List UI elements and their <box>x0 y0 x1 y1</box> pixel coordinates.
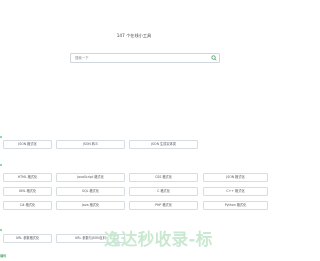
tool-xml-format[interactable]: XML 格式化 <box>3 187 52 196</box>
group-marker <box>0 164 2 166</box>
tool-cpp-format[interactable]: C++ 格式化 <box>203 187 268 196</box>
tool-python-format[interactable]: Python 格式化 <box>203 201 268 210</box>
tool-csharp-format[interactable]: C# 格式化 <box>3 201 52 210</box>
tool-c-format[interactable]: C 格式化 <box>129 187 198 196</box>
tool-html-format[interactable]: HTML 格式化 <box>3 173 52 182</box>
tool-sql-format[interactable]: SQL 格式化 <box>56 187 125 196</box>
search-box[interactable] <box>70 53 220 63</box>
group-marker <box>0 229 2 231</box>
search-input[interactable] <box>75 54 205 62</box>
tool-json-format[interactable]: JSON 格式化 <box>3 140 52 149</box>
group-marker <box>0 136 2 138</box>
tool-json-escape[interactable]: JSON 转义 <box>56 140 125 149</box>
tool-java-format[interactable]: Java 格式化 <box>56 201 125 210</box>
tool-css-format[interactable]: CSS 格式化 <box>129 173 198 182</box>
tool-json-format-2[interactable]: JSON 格式化 <box>203 173 268 182</box>
tool-url-param-format[interactable]: URL 参数格式化 <box>3 234 52 243</box>
tool-php-format[interactable]: PHP 格式化 <box>129 201 198 210</box>
tool-js-format[interactable]: JavaScript 格式化 <box>56 173 125 182</box>
search-icon[interactable] <box>211 55 217 61</box>
watermark-banner: 逸达秒收录-标 <box>104 230 213 249</box>
page-title: 147 个在线小工具 <box>116 33 152 38</box>
tool-json-entity[interactable]: JSON 生成实体类 <box>129 140 198 149</box>
footer-link[interactable]: 编码 <box>0 253 6 258</box>
